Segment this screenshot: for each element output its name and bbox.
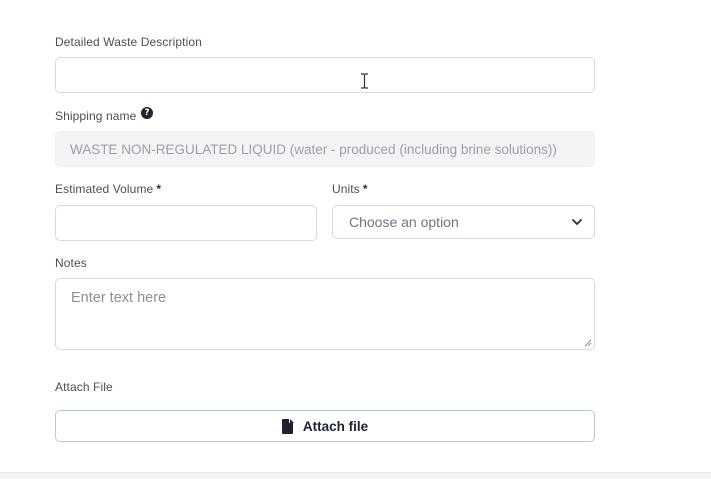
units-select[interactable]: Choose an option [332,205,595,239]
help-icon[interactable]: ? [141,107,153,119]
waste-form: Detailed Waste Description Shipping name… [0,0,711,479]
description-label: Detailed Waste Description [55,35,202,49]
text-cursor-icon [361,73,368,89]
estimated-volume-label-text: Estimated Volume [55,182,154,196]
units-selected-value: Choose an option [349,214,459,230]
attach-file-label: Attach File [55,380,113,394]
notes-textarea[interactable]: Enter text here [55,278,595,350]
shipping-name-label: Shipping name [55,109,137,123]
required-marker: * [362,182,368,196]
notes-placeholder: Enter text here [71,290,167,306]
shipping-name-field: WASTE NON-REGULATED LIQUID (water - prod… [55,131,595,167]
resize-handle-icon[interactable] [584,339,592,347]
units-label-text: Units [332,182,360,196]
attach-file-button-label: Attach file [302,418,369,434]
description-input[interactable] [55,57,595,93]
chevron-down-icon [572,219,582,225]
bottom-divider [0,472,711,479]
units-label: Units * [332,182,368,196]
notes-label: Notes [55,256,87,270]
estimated-volume-label: Estimated Volume * [55,182,161,196]
required-marker: * [156,182,162,196]
attach-file-button[interactable]: Attach file [55,410,595,442]
file-icon [281,418,294,434]
estimated-volume-input[interactable] [55,205,317,241]
